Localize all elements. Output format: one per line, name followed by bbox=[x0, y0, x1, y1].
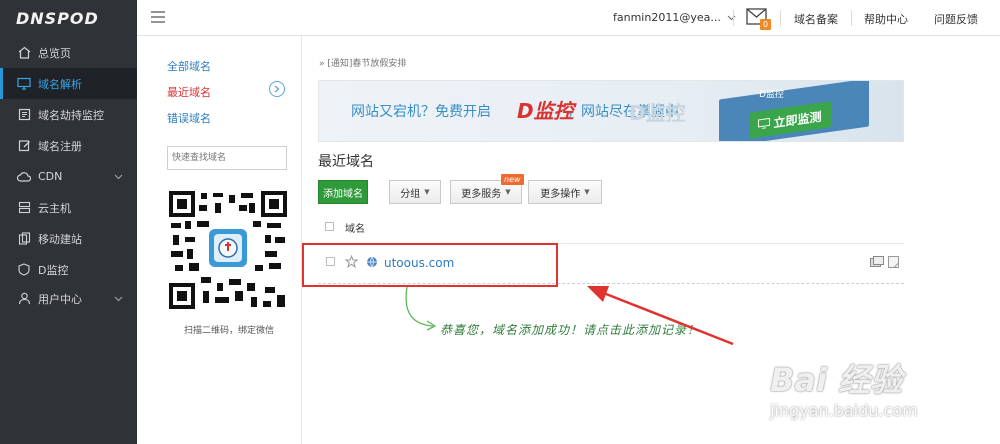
promo-banner[interactable]: 网站又宕机？免费开启 D监控 ，网站尽在掌握中 D监控 D监控 立即监测 bbox=[318, 80, 904, 142]
add-domain-button[interactable]: 添加域名 bbox=[318, 180, 368, 204]
banner-card-label: D监控 bbox=[759, 90, 784, 100]
sidebar-item-label: 域名解析 bbox=[38, 77, 82, 91]
brand-name: DNSPOD bbox=[16, 8, 99, 28]
mail-count-badge: 0 bbox=[760, 19, 771, 30]
chevron-down-icon bbox=[114, 170, 123, 183]
sidebar-item-hijack-monitor[interactable]: 域名劫持监控 bbox=[0, 99, 137, 130]
group-dropdown-button[interactable]: 分组 ▼ bbox=[389, 180, 441, 204]
button-label: 分组 bbox=[400, 188, 421, 200]
banner-watermark: D监控 bbox=[629, 101, 686, 125]
sidebar-item-user-center[interactable]: 用户中心 bbox=[0, 283, 137, 314]
sidebar-item-label: 移动建站 bbox=[38, 232, 82, 246]
more-actions-dropdown-button[interactable]: 更多操作 ▼ bbox=[528, 180, 602, 204]
subnav-recent-domains[interactable]: 最近域名 bbox=[167, 84, 211, 100]
link-feedback[interactable]: 问题反馈 bbox=[934, 11, 978, 27]
annotation-red-arrow bbox=[587, 286, 734, 346]
link-help-center[interactable]: 帮助中心 bbox=[864, 11, 908, 27]
shield-list-icon bbox=[17, 108, 31, 122]
sidebar-item-label: 云主机 bbox=[38, 201, 71, 215]
notice-link[interactable]: » [通知]春节放假安排 bbox=[319, 56, 406, 69]
home-icon bbox=[17, 46, 31, 60]
new-badge: new bbox=[501, 174, 524, 185]
caret-down-icon: ▼ bbox=[424, 188, 430, 196]
user-account-menu[interactable]: fanmin2011@yea... bbox=[613, 11, 736, 24]
domain-table-header: 域名 bbox=[318, 218, 904, 244]
note-icon[interactable] bbox=[888, 256, 899, 271]
top-bar: fanmin2011@yea... 0 域名备案 帮助中心 问题反馈 bbox=[137, 0, 1000, 36]
user-icon bbox=[17, 292, 31, 306]
sidebar-item-label: 用户中心 bbox=[38, 292, 82, 306]
sidebar: DNSPOD 总览页 域名解析 域名劫持监控 域名注册 CDN 云主机 移动建站… bbox=[0, 0, 137, 444]
qr-caption: 扫描二维码，绑定微信 bbox=[183, 326, 274, 336]
section-title: 最近域名 bbox=[318, 154, 374, 170]
sidebar-item-label: 域名劫持监控 bbox=[38, 108, 104, 122]
row-actions bbox=[870, 256, 899, 271]
domain-subnav: 全部域名 最近域名 错误域名 扫描二维码，绑定微信 bbox=[137, 36, 302, 444]
sidebar-item-mobile-site[interactable]: 移动建站 bbox=[0, 223, 137, 254]
chevron-right-icon[interactable] bbox=[269, 81, 285, 97]
cloud-icon bbox=[17, 170, 31, 184]
monitor-icon bbox=[758, 117, 771, 129]
subnav-error-domains[interactable]: 错误域名 bbox=[167, 110, 211, 126]
user-email: fanmin2011@yea... bbox=[613, 11, 721, 24]
chevron-down-icon bbox=[727, 11, 736, 24]
sidebar-item-label: CDN bbox=[38, 170, 63, 183]
mobile-icon bbox=[17, 232, 31, 246]
brand-logo[interactable]: DNSPOD bbox=[0, 0, 137, 36]
caret-down-icon: ▼ bbox=[505, 188, 511, 196]
divider bbox=[851, 10, 852, 26]
sidebar-item-dns[interactable]: 域名解析 bbox=[0, 68, 137, 99]
divider bbox=[733, 10, 734, 26]
button-label: 更多操作 bbox=[540, 188, 581, 200]
server-icon bbox=[17, 201, 31, 215]
records-icon[interactable] bbox=[870, 256, 884, 271]
annotation-highlight-box bbox=[302, 243, 558, 287]
edit-icon bbox=[17, 139, 31, 153]
start-monitor-label: 立即监测 bbox=[773, 109, 822, 130]
subnav-all-domains[interactable]: 全部域名 bbox=[167, 58, 211, 74]
button-label: 更多服务 bbox=[461, 188, 502, 200]
monitor-icon bbox=[17, 77, 31, 91]
divider bbox=[780, 10, 781, 26]
sidebar-item-cdn[interactable]: CDN bbox=[0, 161, 137, 192]
sidebar-item-cloud-host[interactable]: 云主机 bbox=[0, 192, 137, 223]
select-all-checkbox[interactable] bbox=[325, 222, 334, 231]
caret-down-icon: ▼ bbox=[584, 188, 590, 196]
link-icp-filing[interactable]: 域名备案 bbox=[794, 11, 838, 27]
sidebar-item-d-monitor[interactable]: D监控 bbox=[0, 254, 137, 285]
shield-icon bbox=[17, 263, 31, 277]
banner-logo: D监控 bbox=[517, 99, 574, 123]
sidebar-item-register[interactable]: 域名注册 bbox=[0, 130, 137, 161]
button-label: 添加域名 bbox=[323, 188, 363, 200]
column-header-domain: 域名 bbox=[345, 224, 365, 235]
sidebar-item-label: D监控 bbox=[38, 263, 69, 277]
wechat-qr-code bbox=[169, 191, 287, 309]
domain-search-input[interactable] bbox=[167, 146, 287, 170]
banner-text: 网站又宕机？免费开启 bbox=[351, 104, 491, 120]
sidebar-item-label: 总览页 bbox=[38, 46, 71, 60]
hamburger-menu-icon[interactable] bbox=[151, 11, 165, 26]
main-content: » [通知]春节放假安排 网站又宕机？免费开启 D监控 ，网站尽在掌握中 D监控… bbox=[302, 36, 1000, 444]
chevron-down-icon bbox=[114, 292, 123, 305]
sidebar-item-label: 域名注册 bbox=[38, 139, 82, 153]
sidebar-item-overview[interactable]: 总览页 bbox=[0, 37, 137, 68]
